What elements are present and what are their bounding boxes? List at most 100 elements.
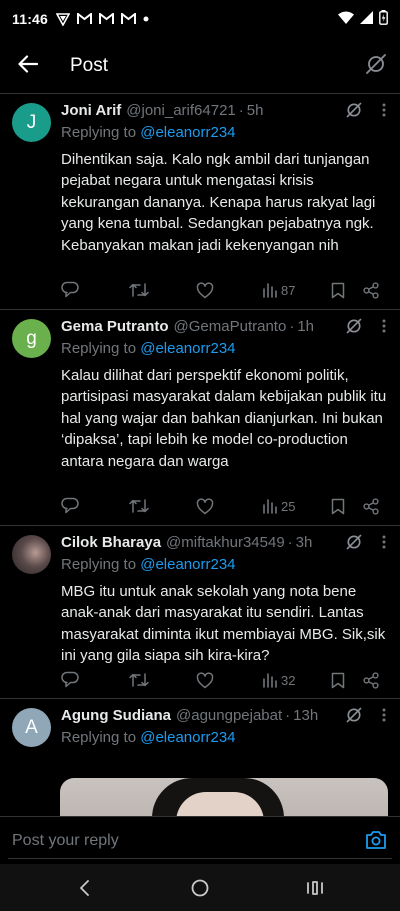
reply-button[interactable] [61,281,79,299]
author-handle[interactable]: @miftakhur34549 [166,534,285,551]
share-icon [363,497,379,515]
reply-button[interactable] [61,671,79,689]
signal-icon [360,11,373,27]
back-nav-icon[interactable] [72,876,96,900]
repost-button[interactable] [129,281,149,299]
reply-composer[interactable]: Post your reply [0,816,400,864]
bookmark-button[interactable] [331,672,345,689]
separator-dot: · [285,706,291,724]
system-icons [338,10,388,28]
like-button[interactable] [196,671,214,689]
views-icon [263,499,277,514]
bookmark-button[interactable] [331,498,345,515]
reply-icon [61,497,79,514]
battery-icon [379,10,388,28]
separator-dot: · [238,101,244,119]
post-age: 13h [293,706,319,724]
repost-button[interactable] [129,671,149,689]
reply-icon [61,671,79,688]
share-button[interactable] [363,497,379,515]
post-age: 5h [246,101,264,119]
mention-link[interactable]: @eleanorr234 [140,340,235,357]
like-button[interactable] [196,281,214,299]
bookmark-button[interactable] [331,282,345,299]
views-button[interactable]: 87 [262,282,295,298]
avatar[interactable]: J [12,103,51,142]
separator-dot: · [287,533,293,551]
author-name[interactable]: Joni Arif [61,102,121,119]
reply-item[interactable]: g Gema Putranto @GemaPutranto · 1h Reply… [0,310,400,525]
replying-label: Replying to [61,124,137,141]
camera-icon[interactable] [365,830,387,855]
reply-text: MBG itu untuk anak sekolah yang nota ben… [61,583,386,665]
gmail-icon [121,13,137,25]
author-handle[interactable]: @GemaPutranto [174,318,287,335]
reply-text: Kalau dilihat dari perspektif ekonomi po… [61,367,387,470]
mention-link[interactable]: @eleanorr234 [140,124,235,141]
post-age: 1h [297,317,314,335]
post-age: 3h [295,533,313,551]
app-header: Post [0,38,400,94]
grok-icon[interactable] [344,705,364,725]
heart-icon [196,281,214,298]
system-nav-bar [0,864,400,911]
bookmark-icon [331,498,345,514]
mention-link[interactable]: @eleanorr234 [140,729,235,746]
views-button[interactable]: 25 [262,498,295,514]
reply-button[interactable] [61,497,79,515]
share-button[interactable] [363,281,379,299]
author-handle[interactable]: @agungpejabat [176,707,282,724]
author-name[interactable]: Gema Putranto [61,318,169,335]
heart-icon [196,497,214,514]
views-icon [263,673,277,688]
reply-item[interactable]: J Joni Arif @joni_arif64721 · 5h Replyin… [0,94,400,309]
notification-icons [56,12,149,26]
more-options-icon[interactable] [378,705,390,725]
back-button[interactable] [2,38,54,94]
grok-icon[interactable] [344,316,364,336]
share-icon [363,671,379,689]
like-button[interactable] [196,497,214,515]
replying-to: Replying to @eleanorr234 [61,727,388,749]
repost-icon [129,673,149,687]
reply-text: Dihentikan saja. Kalo ngk ambil dari tun… [61,151,376,254]
avatar[interactable] [12,535,51,574]
replying-label: Replying to [61,556,137,573]
views-icon [263,283,277,298]
recents-nav-icon[interactable] [303,876,327,900]
wifi-icon [338,11,354,27]
repost-button[interactable] [129,497,149,515]
more-options-icon[interactable] [378,532,390,552]
reply-icon [61,281,79,298]
reply-input-placeholder[interactable]: Post your reply [12,832,119,850]
replying-to: Replying to @eleanorr234 [61,122,388,144]
author-name[interactable]: Agung Sudiana [61,707,171,724]
reply-item[interactable]: Cilok Bharaya @miftakhur34549 · 3h Reply… [0,526,400,698]
grok-icon[interactable] [344,532,364,552]
repost-icon [129,499,149,513]
replying-label: Replying to [61,340,137,357]
more-options-icon[interactable] [378,100,390,120]
avatar[interactable]: g [12,319,51,358]
avatar-letter: g [26,327,37,349]
author-handle[interactable]: @joni_arif64721 [126,102,235,119]
author-name[interactable]: Cilok Bharaya [61,534,161,551]
grok-button[interactable] [352,38,400,94]
views-count: 87 [281,282,296,298]
avatar-letter: A [25,716,38,738]
share-button[interactable] [363,671,379,689]
home-nav-icon[interactable] [188,876,212,900]
avatar[interactable]: A [12,708,51,747]
more-options-icon[interactable] [378,316,390,336]
views-count: 25 [281,498,296,514]
views-button[interactable]: 32 [262,672,295,688]
grok-icon [365,53,387,80]
replying-label: Replying to [61,729,137,746]
composer-underline [8,858,392,859]
bookmark-icon [331,672,345,688]
grok-icon[interactable] [344,100,364,120]
repost-icon [129,283,149,297]
status-bar: 11:46 [0,0,400,38]
attached-photo[interactable] [60,778,388,818]
mention-link[interactable]: @eleanorr234 [140,556,235,573]
